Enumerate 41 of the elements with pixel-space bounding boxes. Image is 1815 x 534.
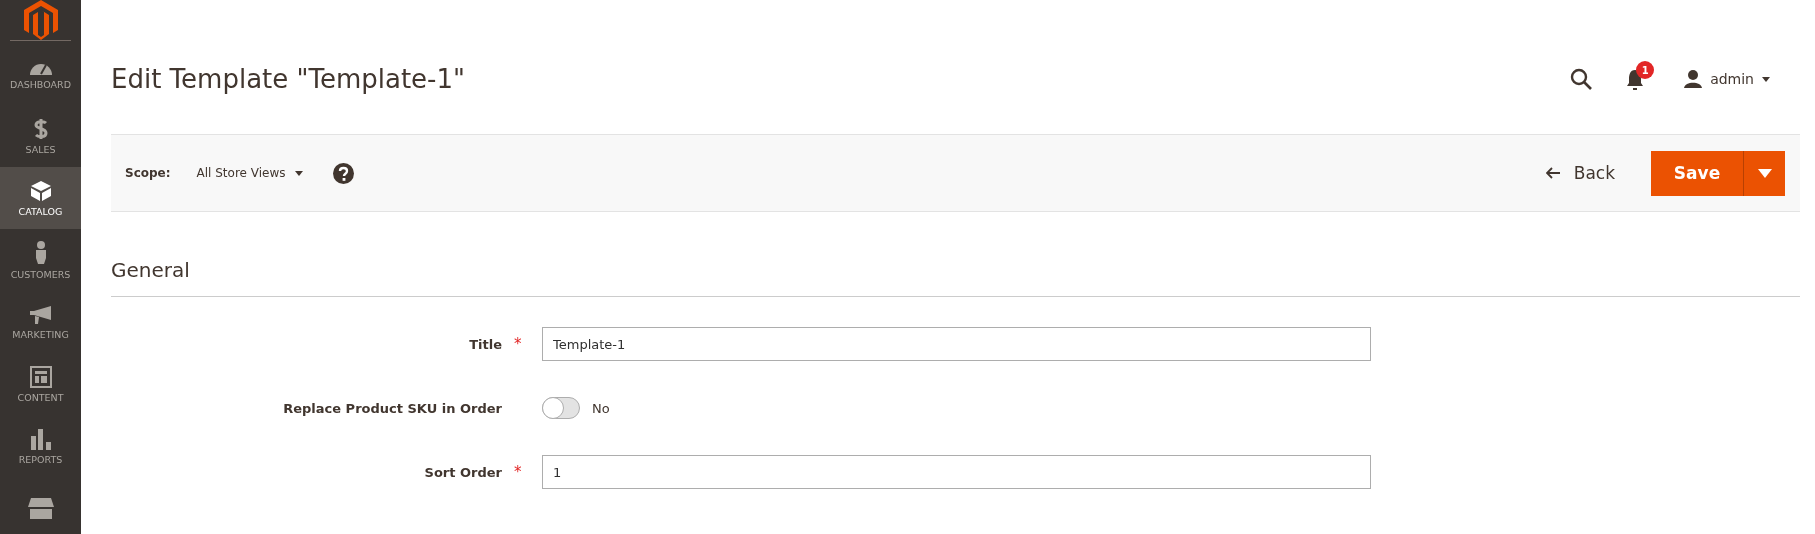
- arrow-left-icon: [1545, 167, 1560, 179]
- user-menu[interactable]: admin: [1684, 70, 1770, 88]
- menu-item[interactable]: CONTENT: [0, 353, 81, 415]
- logo-icon[interactable]: [23, 0, 58, 40]
- menu-item[interactable]: CATALOG: [0, 167, 81, 229]
- required-mark: *: [514, 335, 523, 353]
- menu-item[interactable]: DASHBOARD: [0, 43, 81, 105]
- menu-item[interactable]: MARKETING: [0, 291, 81, 353]
- caret-icon: [295, 170, 304, 176]
- menu-item[interactable]: REPORTS: [0, 415, 81, 477]
- help-icon[interactable]: [333, 162, 355, 184]
- caret-icon: [1762, 76, 1770, 82]
- page-title: Edit Template "Template-1": [111, 64, 465, 94]
- field-label: Title: [469, 336, 502, 352]
- search-icon[interactable]: [1570, 68, 1593, 90]
- text-field[interactable]: Template-1: [542, 327, 1371, 361]
- notification-count: 1: [1636, 61, 1655, 79]
- save-options-button[interactable]: [1743, 150, 1785, 196]
- field-label: Replace Product SKU in Order: [283, 400, 502, 416]
- toggle-state: No: [592, 400, 610, 416]
- menu-item[interactable]: CUSTOMERS: [0, 229, 81, 291]
- field-label: Sort Order: [424, 464, 502, 480]
- toggle-switch[interactable]: [542, 397, 580, 419]
- scope-label: Scope:: [125, 166, 171, 180]
- caret-icon: [1757, 168, 1772, 178]
- layout-icon: [29, 365, 52, 388]
- megaphone-icon: [28, 304, 53, 325]
- bar-chart-icon: [29, 427, 52, 450]
- back-button[interactable]: Back: [1539, 162, 1621, 184]
- required-mark: *: [514, 463, 523, 481]
- bell-icon[interactable]: [1626, 69, 1645, 91]
- dollar-icon: [33, 117, 48, 140]
- save-button[interactable]: Save: [1651, 150, 1743, 196]
- scope-dropdown[interactable]: All Store Views: [196, 166, 304, 180]
- storefront-icon: [26, 497, 55, 519]
- menu-item[interactable]: SALES: [0, 105, 81, 167]
- text-field[interactable]: 1: [542, 455, 1371, 489]
- user-icon: [1684, 70, 1703, 88]
- section-title: General: [111, 212, 1800, 297]
- person-icon: [33, 240, 48, 265]
- box-icon: [29, 179, 52, 202]
